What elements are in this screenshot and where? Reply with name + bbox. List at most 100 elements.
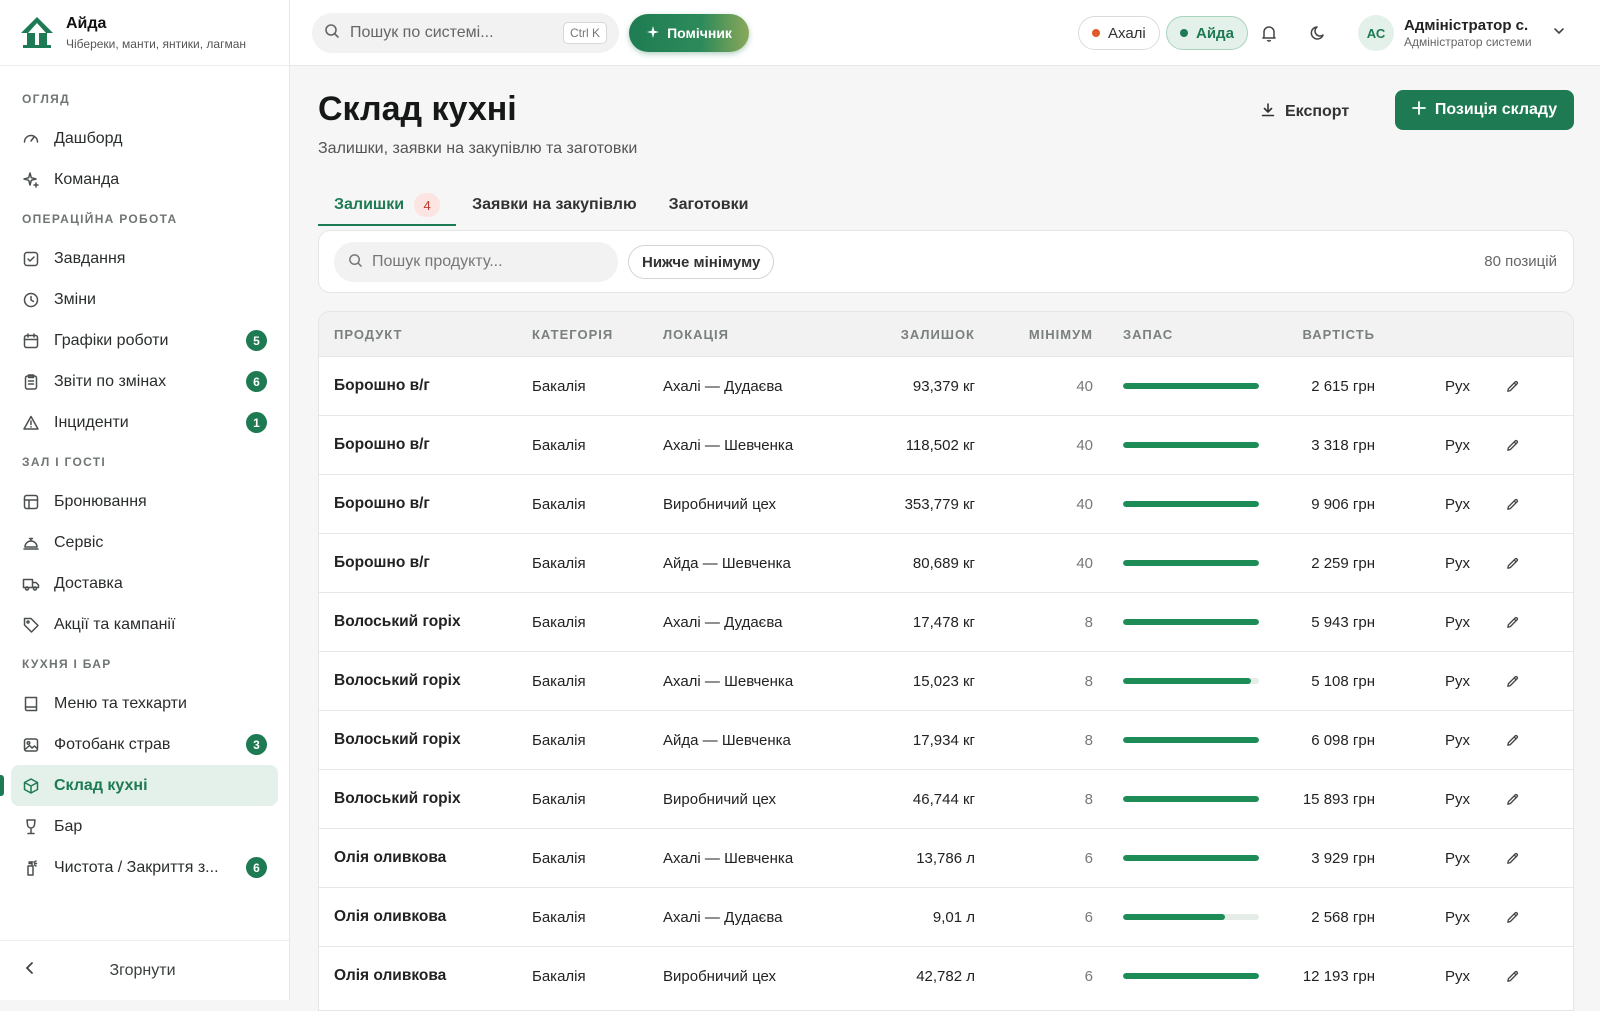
export-button[interactable]: Експорт	[1252, 92, 1357, 132]
tab-preparations[interactable]: Заготовки	[653, 184, 765, 226]
table-row[interactable]: Олія оливкова Бакалія Ахалі — Шевченка 13,7…	[319, 828, 1573, 887]
table-row[interactable]: Борошно в/г Бакалія Виробничий цех 353,779 …	[319, 474, 1573, 533]
sidebar-item-tag[interactable]: Акції та кампанії	[11, 604, 278, 645]
sidebar-item-spray[interactable]: Чистота / Закриття з... 6	[11, 847, 278, 888]
edit-pencil-icon[interactable]	[1470, 792, 1520, 807]
edit-pencil-icon[interactable]	[1470, 969, 1520, 984]
cell-category: Бакалія	[532, 908, 586, 926]
sidebar-item-warning[interactable]: Інциденти 1	[11, 402, 278, 443]
cell-product: Борошно в/г	[334, 495, 430, 512]
movement-link[interactable]: Рух	[1375, 555, 1470, 572]
column-header-location[interactable]: Локація	[663, 327, 815, 342]
movement-link[interactable]: Рух	[1375, 850, 1470, 867]
edit-pencil-icon[interactable]	[1470, 851, 1520, 866]
column-header-reserve[interactable]: Запас	[1093, 327, 1256, 342]
tab-stock[interactable]: Залишки 4	[318, 184, 457, 226]
table-row[interactable]: Олія оливкова Бакалія Виробничий цех 42,782…	[319, 946, 1573, 1005]
reserve-bar	[1123, 619, 1259, 625]
product-search-input[interactable]: Пошук продукту...	[334, 242, 618, 282]
table-row[interactable]: Волоський горіх Бакалія Ахалі — Шевченка 15…	[319, 651, 1573, 710]
plus-icon	[1411, 100, 1426, 120]
user-name[interactable]: Адміністратор с.	[1404, 17, 1528, 34]
edit-pencil-icon[interactable]	[1470, 497, 1520, 512]
edit-pencil-icon[interactable]	[1470, 674, 1520, 689]
cell-product: Олія оливкова	[334, 967, 447, 984]
table-row[interactable]: Борошно в/г Бакалія Ахалі — Шевченка 118,50…	[319, 415, 1573, 474]
sidebar-item-gauge[interactable]: Дашборд	[11, 118, 278, 159]
add-stock-item-button[interactable]: Позиція складу	[1395, 90, 1574, 130]
sidebar-item-check-square[interactable]: Завдання	[11, 238, 278, 279]
edit-pencil-icon[interactable]	[1470, 379, 1520, 394]
movement-link[interactable]: Рух	[1375, 378, 1470, 395]
sidebar-item-wine-glass[interactable]: Бар	[11, 806, 278, 847]
cell-reserve	[1093, 855, 1259, 861]
table-body: Борошно в/г Бакалія Ахалі — Дудаєва 93,379 …	[319, 356, 1573, 1005]
cell-category: Бакалія	[532, 731, 586, 749]
product-search-placeholder: Пошук продукту...	[372, 253, 503, 270]
global-search-placeholder: Пошук по системі...	[350, 24, 494, 41]
cell-location: Виробничий цех	[663, 790, 776, 808]
sidebar-item-book[interactable]: Меню та техкарти	[11, 683, 278, 724]
chevron-down-icon[interactable]	[1552, 24, 1566, 42]
stock-table: Продукт Категорія Локація Залишок Мініму…	[318, 311, 1574, 1011]
movement-link[interactable]: Рух	[1375, 437, 1470, 454]
sidebar-item-sparkles[interactable]: Команда	[11, 159, 278, 200]
nav-section-title: Кухня і бар	[22, 657, 112, 671]
sidebar-item-bell-service[interactable]: Сервіс	[11, 522, 278, 563]
location-chip-akhali[interactable]: Ахалі	[1078, 16, 1160, 50]
brand[interactable]: Айда Чібереки, манти, янтики, лагман	[0, 0, 289, 66]
bell-icon[interactable]	[1258, 22, 1280, 44]
edit-pencil-icon[interactable]	[1470, 615, 1520, 630]
column-header-category[interactable]: Категорія	[532, 327, 663, 342]
table-row[interactable]: Волоський горіх Бакалія Айда — Шевченка 17,…	[319, 710, 1573, 769]
assistant-button[interactable]: Помічник	[629, 14, 749, 52]
movement-link[interactable]: Рух	[1375, 614, 1470, 631]
sidebar-item-calendar[interactable]: Графіки роботи 5	[11, 320, 278, 361]
column-header-cost[interactable]: Вартість	[1256, 327, 1375, 342]
sidebar-item-clipboard[interactable]: Звіти по змінах 6	[11, 361, 278, 402]
edit-pencil-icon[interactable]	[1470, 910, 1520, 925]
edit-pencil-icon[interactable]	[1470, 438, 1520, 453]
movement-link[interactable]: Рух	[1375, 909, 1470, 926]
below-minimum-filter-chip[interactable]: Нижче мінімуму	[628, 245, 775, 279]
movement-link[interactable]: Рух	[1375, 968, 1470, 985]
brand-logo-icon	[18, 14, 56, 52]
moon-icon[interactable]	[1307, 22, 1329, 44]
sidebar-item-label: Бар	[54, 817, 83, 835]
column-header-stock[interactable]: Залишок	[815, 327, 975, 342]
table-row[interactable]: Борошно в/г Бакалія Ахалі — Дудаєва 93,379 …	[319, 356, 1573, 415]
cell-location: Виробничий цех	[663, 495, 776, 513]
sidebar-item-label: Дашборд	[54, 129, 123, 147]
cell-stock: 17,478 кг	[912, 613, 975, 631]
tab-purchase-requests[interactable]: Заявки на закупівлю	[456, 184, 653, 226]
collapse-button[interactable]: Згорнути	[0, 940, 289, 1000]
reserve-bar-fill	[1123, 737, 1259, 743]
table-row[interactable]: Борошно в/г Бакалія Айда — Шевченка 80,689 …	[319, 533, 1573, 592]
sidebar-item-image[interactable]: Фотобанк страв 3	[11, 724, 278, 765]
sidebar-item-truck[interactable]: Доставка	[11, 563, 278, 604]
location-chip-aida[interactable]: Айда	[1166, 16, 1248, 50]
movement-link[interactable]: Рух	[1375, 791, 1470, 808]
cell-minimum: 40	[1076, 495, 1093, 513]
sidebar-item-box[interactable]: Склад кухні	[0, 765, 278, 806]
assistant-label: Помічник	[667, 25, 732, 41]
table-row[interactable]: Волоський горіх Бакалія Ахалі — Дудаєва 17,…	[319, 592, 1573, 651]
table-row[interactable]: Олія оливкова Бакалія Ахалі — Дудаєва 9,01 …	[319, 887, 1573, 946]
movement-link[interactable]: Рух	[1375, 496, 1470, 513]
table-row[interactable]: Волоський горіх Бакалія Виробничий цех 46,7…	[319, 769, 1573, 828]
sidebar-item-layout[interactable]: Бронювання	[11, 481, 278, 522]
column-header-product[interactable]: Продукт	[319, 327, 532, 342]
global-search-input[interactable]: Пошук по системі... Ctrl K	[312, 13, 619, 53]
reserve-bar-fill	[1123, 619, 1259, 625]
movement-link[interactable]: Рух	[1375, 732, 1470, 749]
movement-link[interactable]: Рух	[1375, 673, 1470, 690]
cell-category: Бакалія	[532, 436, 586, 454]
column-header-minimum[interactable]: Мінімум	[975, 327, 1093, 342]
reserve-bar	[1123, 914, 1259, 920]
avatar[interactable]: АС	[1358, 15, 1394, 51]
reserve-bar-fill	[1123, 914, 1225, 920]
sidebar-item-clock[interactable]: Зміни	[11, 279, 278, 320]
edit-pencil-icon[interactable]	[1470, 733, 1520, 748]
edit-pencil-icon[interactable]	[1470, 556, 1520, 571]
download-icon	[1260, 102, 1276, 123]
